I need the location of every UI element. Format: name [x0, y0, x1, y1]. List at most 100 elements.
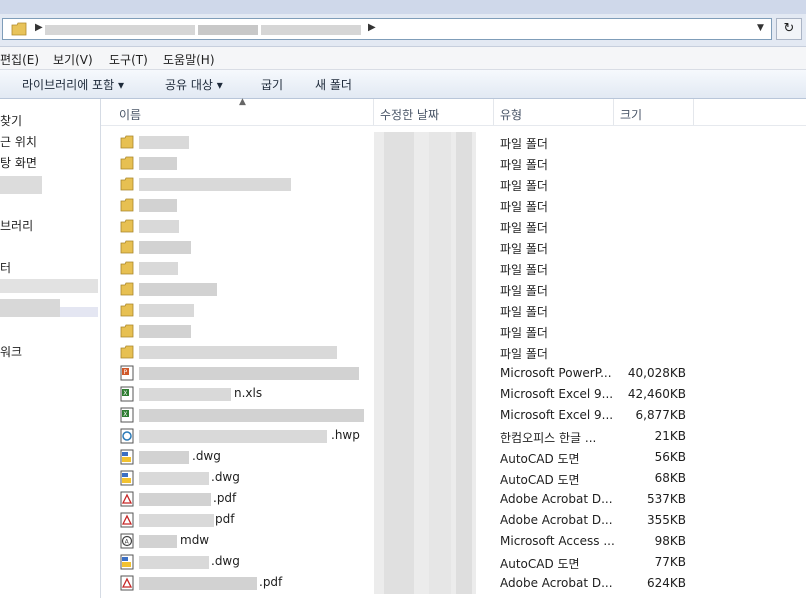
folder-icon	[119, 218, 135, 234]
pdf-file-icon	[119, 575, 135, 591]
breadcrumb-chevron-icon[interactable]: ▶	[35, 22, 43, 33]
file-extension: .pdf	[259, 575, 283, 589]
file-name-redacted	[139, 451, 189, 464]
file-row[interactable]: .dwg AutoCAD 도면 68KB	[101, 468, 806, 489]
sort-ascending-icon: ▲	[239, 97, 246, 107]
nav-item-libraries[interactable]: 브러리	[0, 217, 33, 234]
include-in-library-button[interactable]: 라이브러리에 포함 ▾	[22, 76, 124, 93]
column-divider[interactable]	[613, 99, 614, 125]
file-name-redacted	[139, 241, 191, 254]
file-row[interactable]: pdf Adobe Acrobat D... 355KB	[101, 510, 806, 531]
file-extension: .dwg	[211, 470, 240, 484]
folder-icon	[119, 281, 135, 297]
nav-item-computer[interactable]: 터	[0, 259, 11, 276]
file-row[interactable]: P Microsoft PowerP... 40,028KB	[101, 363, 806, 384]
file-type: 파일 폴더	[500, 326, 548, 340]
file-row[interactable]: .pdf Adobe Acrobat D... 624KB	[101, 573, 806, 594]
column-divider[interactable]	[493, 99, 494, 125]
file-extension: .pdf	[213, 491, 237, 505]
share-with-button[interactable]: 공유 대상 ▾	[165, 76, 223, 93]
file-name-redacted	[139, 577, 257, 590]
pdf-file-icon	[119, 491, 135, 507]
nav-item-favorites[interactable]: 찾기	[0, 112, 22, 129]
file-row[interactable]: Xn.xls Microsoft Excel 9... 42,460KB	[101, 384, 806, 405]
column-divider[interactable]	[373, 99, 374, 125]
menu-bar: 편집(E) 보기(V) 도구(T) 도움말(H)	[0, 47, 806, 70]
breadcrumb-segment[interactable]	[198, 25, 258, 35]
file-name-redacted	[139, 199, 177, 212]
nav-item-desktop[interactable]: 탕 화면	[0, 154, 37, 171]
file-type: 파일 폴더	[500, 263, 548, 277]
file-type: 파일 폴더	[500, 347, 548, 361]
column-name[interactable]: 이름	[119, 106, 141, 123]
menu-view[interactable]: 보기(V)	[53, 51, 93, 68]
file-name-redacted	[139, 262, 178, 275]
file-type: 파일 폴더	[500, 137, 548, 151]
folder-row[interactable]: 파일 폴더	[101, 342, 806, 363]
file-name-redacted	[139, 472, 209, 485]
folder-row[interactable]: 파일 폴더	[101, 279, 806, 300]
nav-item-recent-places[interactable]: 근 위치	[0, 133, 37, 150]
folder-icon	[119, 344, 135, 360]
command-bar: 라이브러리에 포함 ▾ 공유 대상 ▾ 굽기 새 폴더	[0, 70, 806, 99]
chevron-down-icon[interactable]: ▼	[757, 23, 764, 33]
file-row[interactable]: Amdw Microsoft Access ... 98KB	[101, 531, 806, 552]
file-row[interactable]: .pdf Adobe Acrobat D... 537KB	[101, 489, 806, 510]
svg-text:X: X	[123, 411, 127, 418]
column-date-modified[interactable]: 수정한 날짜	[380, 106, 439, 123]
file-type: AutoCAD 도면	[500, 452, 580, 466]
file-row[interactable]: .hwp 한컴오피스 한글 ... 21KB	[101, 426, 806, 447]
navigation-pane: 찾기 근 위치 탕 화면 브러리 터 워크	[0, 99, 101, 598]
breadcrumb-segment[interactable]	[45, 25, 195, 35]
autocad-file-icon	[119, 554, 135, 570]
folder-row[interactable]: 파일 폴더	[101, 153, 806, 174]
file-type: AutoCAD 도면	[500, 473, 580, 487]
file-size: 98KB	[654, 534, 686, 548]
column-type[interactable]: 유형	[500, 106, 522, 123]
folder-icon	[119, 155, 135, 171]
file-extension: pdf	[215, 512, 235, 526]
folder-row[interactable]: 파일 폴더	[101, 300, 806, 321]
nav-item-redacted[interactable]	[0, 176, 42, 194]
folder-row[interactable]: 파일 폴더	[101, 321, 806, 342]
address-bar-area: ▶ ▶ ▼ ↻	[0, 14, 806, 47]
folder-row[interactable]: 파일 폴더	[101, 174, 806, 195]
refresh-button[interactable]: ↻	[776, 18, 802, 40]
file-name-redacted	[139, 157, 177, 170]
file-size: 56KB	[654, 450, 686, 464]
column-size[interactable]: 크기	[620, 106, 642, 123]
file-row[interactable]: X Microsoft Excel 9... 6,877KB	[101, 405, 806, 426]
file-name-redacted	[139, 220, 179, 233]
file-name-redacted	[139, 346, 337, 359]
address-bar[interactable]: ▶ ▶ ▼	[2, 18, 772, 40]
file-row[interactable]: .dwg AutoCAD 도면 56KB	[101, 447, 806, 468]
file-name-redacted	[139, 409, 364, 422]
nav-item-network[interactable]: 워크	[0, 343, 22, 360]
column-divider[interactable]	[693, 99, 694, 125]
folder-row[interactable]: 파일 폴더	[101, 216, 806, 237]
new-folder-button[interactable]: 새 폴더	[315, 76, 352, 93]
folder-row[interactable]: 파일 폴더	[101, 237, 806, 258]
autocad-file-icon	[119, 449, 135, 465]
folder-icon	[119, 239, 135, 255]
folder-row[interactable]: 파일 폴더	[101, 258, 806, 279]
folder-row[interactable]: 파일 폴더	[101, 132, 806, 153]
menu-help[interactable]: 도움말(H)	[163, 51, 215, 68]
nav-item-redacted[interactable]	[0, 279, 98, 293]
breadcrumb-segment[interactable]	[261, 25, 361, 35]
pdf-file-icon	[119, 512, 135, 528]
file-row[interactable]: .dwg AutoCAD 도면 77KB	[101, 552, 806, 573]
file-size: 624KB	[646, 576, 686, 590]
file-extension: .dwg	[192, 449, 221, 463]
menu-tools[interactable]: 도구(T)	[109, 51, 148, 68]
column-header: 이름 ▲ 수정한 날짜 유형 크기	[101, 97, 806, 126]
hwp-file-icon	[119, 428, 135, 444]
file-name-redacted	[139, 430, 327, 443]
menu-edit[interactable]: 편집(E)	[0, 51, 39, 68]
access-file-icon: A	[119, 533, 135, 549]
folder-row[interactable]: 파일 폴더	[101, 195, 806, 216]
nav-item-redacted[interactable]	[0, 299, 60, 317]
breadcrumb-chevron-icon[interactable]: ▶	[368, 22, 376, 33]
folder-icon	[119, 302, 135, 318]
burn-button[interactable]: 굽기	[261, 76, 283, 93]
